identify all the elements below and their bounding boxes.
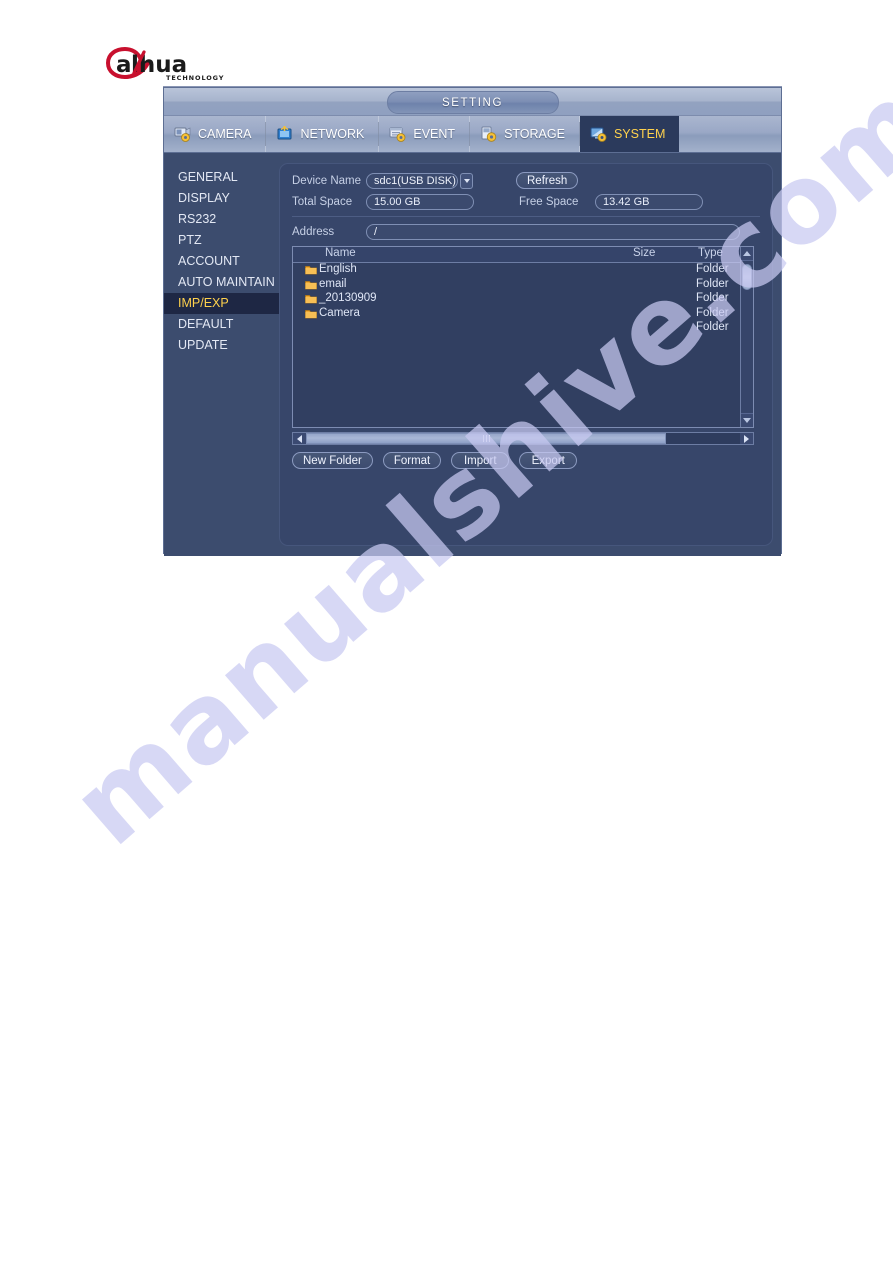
- sidebar-item-display[interactable]: DISPLAY: [164, 188, 279, 209]
- folder-icon: [305, 265, 317, 275]
- event-gear-icon: [389, 126, 407, 142]
- total-space-label: Total Space: [292, 196, 353, 208]
- camera-gear-icon: [174, 126, 192, 142]
- sidebar-item-ptz[interactable]: PTZ: [164, 230, 279, 251]
- sidebar-item-label: UPDATE: [178, 338, 228, 352]
- scroll-down-icon[interactable]: [741, 413, 753, 427]
- system-gear-icon: [590, 126, 608, 142]
- tab-camera-label: CAMERA: [198, 127, 252, 141]
- sidebar-item-imp-exp[interactable]: IMP/EXP: [164, 293, 279, 314]
- sidebar-item-account[interactable]: ACCOUNT: [164, 251, 279, 272]
- tab-event[interactable]: EVENT: [379, 116, 471, 152]
- tab-network-label: NETWORK: [300, 127, 365, 141]
- scroll-left-icon[interactable]: [293, 433, 306, 444]
- sidebar-item-default[interactable]: DEFAULT: [164, 314, 279, 335]
- file-type: Folder: [696, 306, 729, 319]
- sidebar-item-label: DEFAULT: [178, 317, 234, 331]
- scroll-grip-icon: [482, 435, 490, 442]
- table-row[interactable]: Camera Folder: [293, 307, 753, 322]
- chevron-down-icon[interactable]: [460, 172, 473, 189]
- tab-system[interactable]: SYSTEM: [579, 116, 680, 152]
- file-type: Folder: [696, 277, 729, 290]
- tab-network[interactable]: NETWORK: [266, 116, 380, 152]
- sidebar-item-label: IMP/EXP: [178, 296, 229, 310]
- refresh-button[interactable]: Refresh: [516, 172, 579, 189]
- tab-bar: CAMERA NETWORK EVENT STORAGE SYSTEM: [164, 116, 781, 153]
- tab-bar-filler: [679, 116, 781, 152]
- table-row[interactable]: English Folder: [293, 263, 753, 278]
- file-list-rows: English Folder email Folder _20130909 Fo…: [293, 263, 753, 413]
- table-row[interactable]: Folder: [293, 321, 753, 336]
- file-list-horizontal-scrollbar[interactable]: [292, 432, 754, 445]
- sidebar-item-label: GENERAL: [178, 170, 238, 184]
- column-header-size: Size: [633, 247, 656, 259]
- storage-gear-icon: [480, 126, 498, 142]
- folder-icon: [305, 280, 317, 290]
- export-button[interactable]: Export: [519, 452, 578, 469]
- import-button[interactable]: Import: [451, 452, 510, 469]
- address-row: Address /: [292, 224, 760, 240]
- sidebar-item-label: PTZ: [178, 233, 202, 247]
- file-name: _20130909: [319, 292, 377, 304]
- dialog-header: SETTING: [164, 88, 781, 116]
- dahua-logo-tagline: TECHNOLOGY: [166, 74, 225, 82]
- free-space-label: Free Space: [519, 196, 579, 208]
- folder-icon: [305, 294, 317, 304]
- column-header-name: Name: [325, 247, 356, 259]
- imp-exp-panel: Device Name sdc1(USB DISK) Refresh Total…: [279, 163, 773, 546]
- device-name-value: sdc1(USB DISK): [366, 172, 458, 189]
- sidebar-item-label: DISPLAY: [178, 191, 230, 205]
- file-type: Folder: [696, 321, 729, 333]
- device-name-row: Device Name sdc1(USB DISK) Refresh: [292, 172, 579, 189]
- folder-icon: [305, 309, 317, 319]
- device-name-label: Device Name: [292, 174, 362, 187]
- new-folder-button[interactable]: New Folder: [292, 452, 373, 469]
- file-name: English: [319, 263, 357, 275]
- dialog-body: GENERAL DISPLAY RS232 PTZ ACCOUNT AUTO M…: [164, 153, 781, 556]
- dialog-title: SETTING: [386, 91, 559, 114]
- tab-storage-label: STORAGE: [504, 127, 565, 141]
- svg-text:a: a: [116, 52, 132, 78]
- tab-system-label: SYSTEM: [613, 127, 666, 141]
- file-list-vertical-scrollbar[interactable]: [740, 247, 753, 427]
- total-space-value: 15.00 GB: [366, 194, 474, 210]
- panel-divider: [292, 216, 760, 217]
- tab-storage[interactable]: STORAGE: [470, 116, 580, 152]
- file-type: Folder: [696, 292, 729, 304]
- column-header-type: Type: [698, 247, 723, 259]
- space-row: Total Space 15.00 GB Free Space 13.42 GB: [292, 194, 703, 210]
- horizontal-scroll-thumb[interactable]: [306, 433, 667, 444]
- file-browser: Name Size Type English Folder email Fold…: [292, 246, 754, 428]
- network-icon: [276, 126, 294, 142]
- sidebar-item-label: RS232: [178, 212, 217, 226]
- address-input[interactable]: /: [366, 224, 740, 240]
- file-name: email: [319, 277, 347, 290]
- free-space-value: 13.42 GB: [595, 194, 703, 210]
- panel-actions: New Folder Format Import Export: [292, 452, 578, 469]
- vertical-scroll-thumb[interactable]: [742, 264, 752, 290]
- tab-camera[interactable]: CAMERA: [164, 116, 267, 152]
- tab-event-label: EVENT: [413, 127, 456, 141]
- device-name-select[interactable]: sdc1(USB DISK): [366, 172, 473, 189]
- file-type: Folder: [696, 263, 729, 275]
- scroll-right-icon[interactable]: [740, 433, 753, 444]
- setting-dialog: SETTING CAMERA NETWORK EVENT STORAGE SYS…: [163, 87, 782, 556]
- file-name: Camera: [319, 306, 360, 319]
- dahua-logo: a lhua TECHNOLOGY: [104, 46, 304, 87]
- table-row[interactable]: email Folder: [293, 278, 753, 293]
- sidebar-item-label: ACCOUNT: [178, 254, 240, 268]
- table-row[interactable]: _20130909 Folder: [293, 292, 753, 307]
- sidebar-item-label: AUTO MAINTAIN: [178, 275, 275, 289]
- format-button[interactable]: Format: [382, 452, 442, 469]
- settings-sidebar: GENERAL DISPLAY RS232 PTZ ACCOUNT AUTO M…: [164, 153, 279, 556]
- file-list-header: Name Size Type: [293, 247, 753, 263]
- scroll-up-icon[interactable]: [741, 247, 753, 261]
- horizontal-scroll-track[interactable]: [306, 433, 740, 444]
- sidebar-item-update[interactable]: UPDATE: [164, 335, 279, 356]
- address-label: Address: [292, 226, 335, 238]
- sidebar-item-auto-maintain[interactable]: AUTO MAINTAIN: [164, 272, 279, 293]
- sidebar-item-general[interactable]: GENERAL: [164, 167, 279, 188]
- sidebar-item-rs232[interactable]: RS232: [164, 209, 279, 230]
